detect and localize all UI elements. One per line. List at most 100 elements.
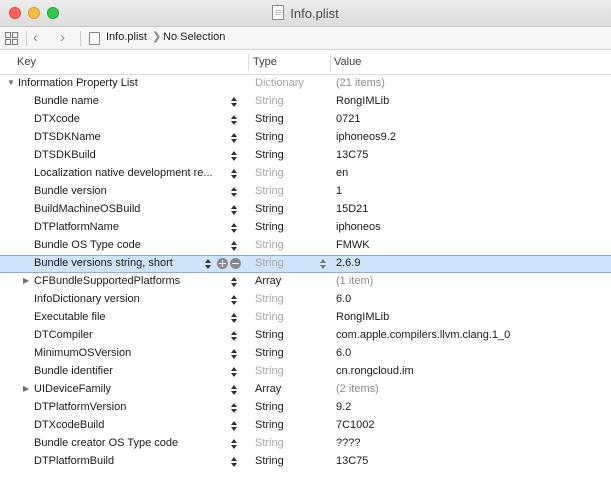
key-stepper-icon[interactable] xyxy=(231,364,238,380)
row-key[interactable]: DTXcodeBuild xyxy=(34,419,229,431)
table-row[interactable]: BuildMachineOSBuild String 15D21 xyxy=(0,201,611,219)
table-row[interactable]: InfoDictionary version String 6.0 xyxy=(0,291,611,309)
row-value[interactable]: RongIMLib xyxy=(336,311,389,323)
row-type[interactable]: String xyxy=(255,149,284,161)
row-value[interactable]: iphoneos9.2 xyxy=(336,131,396,143)
row-type[interactable]: String xyxy=(255,437,284,449)
row-key[interactable]: DTSDKBuild xyxy=(34,149,229,161)
disclosure-collapsed-icon[interactable]: ▶ xyxy=(23,276,29,285)
row-value[interactable]: FMWK xyxy=(336,239,370,251)
row-key[interactable]: MinimumOSVersion xyxy=(34,347,229,359)
row-value[interactable]: 0721 xyxy=(336,113,360,125)
key-stepper-icon[interactable] xyxy=(231,382,238,398)
row-value[interactable]: 9.2 xyxy=(336,401,351,413)
key-stepper-icon[interactable] xyxy=(231,94,238,110)
row-key[interactable]: BuildMachineOSBuild xyxy=(34,203,229,215)
column-header-type[interactable]: Type xyxy=(253,56,277,68)
key-stepper-icon[interactable] xyxy=(205,256,212,272)
column-header-value[interactable]: Value xyxy=(334,56,361,68)
table-row[interactable]: DTPlatformName String iphoneos xyxy=(0,219,611,237)
forward-chevron-icon[interactable]: › xyxy=(60,29,65,46)
row-key[interactable]: Bundle creator OS Type code xyxy=(34,437,229,449)
row-value[interactable]: cn.rongcloud.im xyxy=(336,365,414,377)
row-key[interactable]: Localization native development re... xyxy=(34,167,229,179)
row-type[interactable]: String xyxy=(255,293,284,305)
row-type[interactable]: String xyxy=(255,455,284,467)
row-type[interactable]: String xyxy=(255,329,284,341)
table-row[interactable]: Bundle identifier String cn.rongcloud.im xyxy=(0,363,611,381)
column-divider[interactable] xyxy=(248,54,249,71)
key-stepper-icon[interactable] xyxy=(231,346,238,362)
row-value[interactable]: 13C75 xyxy=(336,149,368,161)
table-row[interactable]: Bundle OS Type code String FMWK xyxy=(0,237,611,255)
table-row[interactable]: DTPlatformBuild String 13C75 xyxy=(0,453,611,471)
key-stepper-icon[interactable] xyxy=(231,184,238,200)
table-row[interactable]: Localization native development re... St… xyxy=(0,165,611,183)
row-value[interactable]: 13C75 xyxy=(336,455,368,467)
row-type[interactable]: Array xyxy=(255,383,281,395)
table-row-selected[interactable]: Bundle versions string, short String 2.6… xyxy=(0,255,611,273)
table-row[interactable]: MinimumOSVersion String 6.0 xyxy=(0,345,611,363)
table-row[interactable]: DTXcode String 0721 xyxy=(0,111,611,129)
row-type[interactable]: String xyxy=(255,257,284,269)
row-type[interactable]: String xyxy=(255,419,284,431)
row-type[interactable]: String xyxy=(255,131,284,143)
table-row[interactable]: DTCompiler String com.apple.compilers.ll… xyxy=(0,327,611,345)
key-stepper-icon[interactable] xyxy=(231,148,238,164)
row-key[interactable]: Bundle OS Type code xyxy=(34,239,229,251)
row-value[interactable]: 7C1002 xyxy=(336,419,375,431)
key-stepper-icon[interactable] xyxy=(231,436,238,452)
type-stepper-icon[interactable] xyxy=(320,256,327,272)
row-key[interactable]: UIDeviceFamily xyxy=(34,383,229,395)
row-type[interactable]: String xyxy=(255,203,284,215)
column-header-key[interactable]: Key xyxy=(17,56,36,68)
row-key[interactable]: DTCompiler xyxy=(34,329,229,341)
row-value[interactable]: 2.6.9 xyxy=(336,257,360,269)
row-key[interactable]: Bundle versions string, short xyxy=(34,257,229,269)
row-key[interactable]: Bundle name xyxy=(34,95,229,107)
row-value[interactable]: 1 xyxy=(336,185,342,197)
row-key[interactable]: Executable file xyxy=(34,311,229,323)
table-row[interactable]: DTSDKBuild String 13C75 xyxy=(0,147,611,165)
table-row[interactable]: Executable file String RongIMLib xyxy=(0,309,611,327)
row-key[interactable]: Bundle version xyxy=(34,185,229,197)
row-value[interactable]: iphoneos xyxy=(336,221,381,233)
row-type[interactable]: String xyxy=(255,239,284,251)
key-stepper-icon[interactable] xyxy=(231,328,238,344)
add-row-icon[interactable] xyxy=(217,258,228,269)
row-type[interactable]: String xyxy=(255,401,284,413)
row-key[interactable]: InfoDictionary version xyxy=(34,293,229,305)
row-value[interactable]: en xyxy=(336,167,348,179)
table-row[interactable]: ▼ Information Property List Dictionary (… xyxy=(0,75,611,93)
key-stepper-icon[interactable] xyxy=(231,274,238,290)
table-row[interactable]: DTXcodeBuild String 7C1002 xyxy=(0,417,611,435)
key-stepper-icon[interactable] xyxy=(231,400,238,416)
row-value[interactable]: 6.0 xyxy=(336,293,351,305)
column-divider[interactable] xyxy=(330,54,331,71)
row-value[interactable]: 6.0 xyxy=(336,347,351,359)
row-type[interactable]: String xyxy=(255,167,284,179)
disclosure-collapsed-icon[interactable]: ▶ xyxy=(23,384,29,393)
table-row[interactable]: DTSDKName String iphoneos9.2 xyxy=(0,129,611,147)
back-chevron-icon[interactable]: ‹ xyxy=(33,29,38,46)
row-key[interactable]: DTXcode xyxy=(34,113,229,125)
row-key[interactable]: DTPlatformVersion xyxy=(34,401,229,413)
disclosure-expanded-icon[interactable]: ▼ xyxy=(7,78,15,87)
table-row[interactable]: DTPlatformVersion String 9.2 xyxy=(0,399,611,417)
key-stepper-icon[interactable] xyxy=(231,202,238,218)
table-row[interactable]: Bundle version String 1 xyxy=(0,183,611,201)
key-stepper-icon[interactable] xyxy=(231,112,238,128)
row-value[interactable]: 15D21 xyxy=(336,203,368,215)
row-type[interactable]: String xyxy=(255,95,284,107)
key-stepper-icon[interactable] xyxy=(231,220,238,236)
key-stepper-icon[interactable] xyxy=(231,166,238,182)
row-type[interactable]: String xyxy=(255,221,284,233)
related-items-grid-icon[interactable] xyxy=(5,32,18,45)
row-key[interactable]: DTPlatformBuild xyxy=(34,455,229,467)
key-stepper-icon[interactable] xyxy=(231,292,238,308)
row-type[interactable]: Array xyxy=(255,275,281,287)
key-stepper-icon[interactable] xyxy=(231,454,238,470)
breadcrumb-file[interactable]: Info.plist xyxy=(106,31,147,43)
table-row[interactable]: Bundle name String RongIMLib xyxy=(0,93,611,111)
breadcrumb-selection[interactable]: No Selection xyxy=(163,31,225,43)
